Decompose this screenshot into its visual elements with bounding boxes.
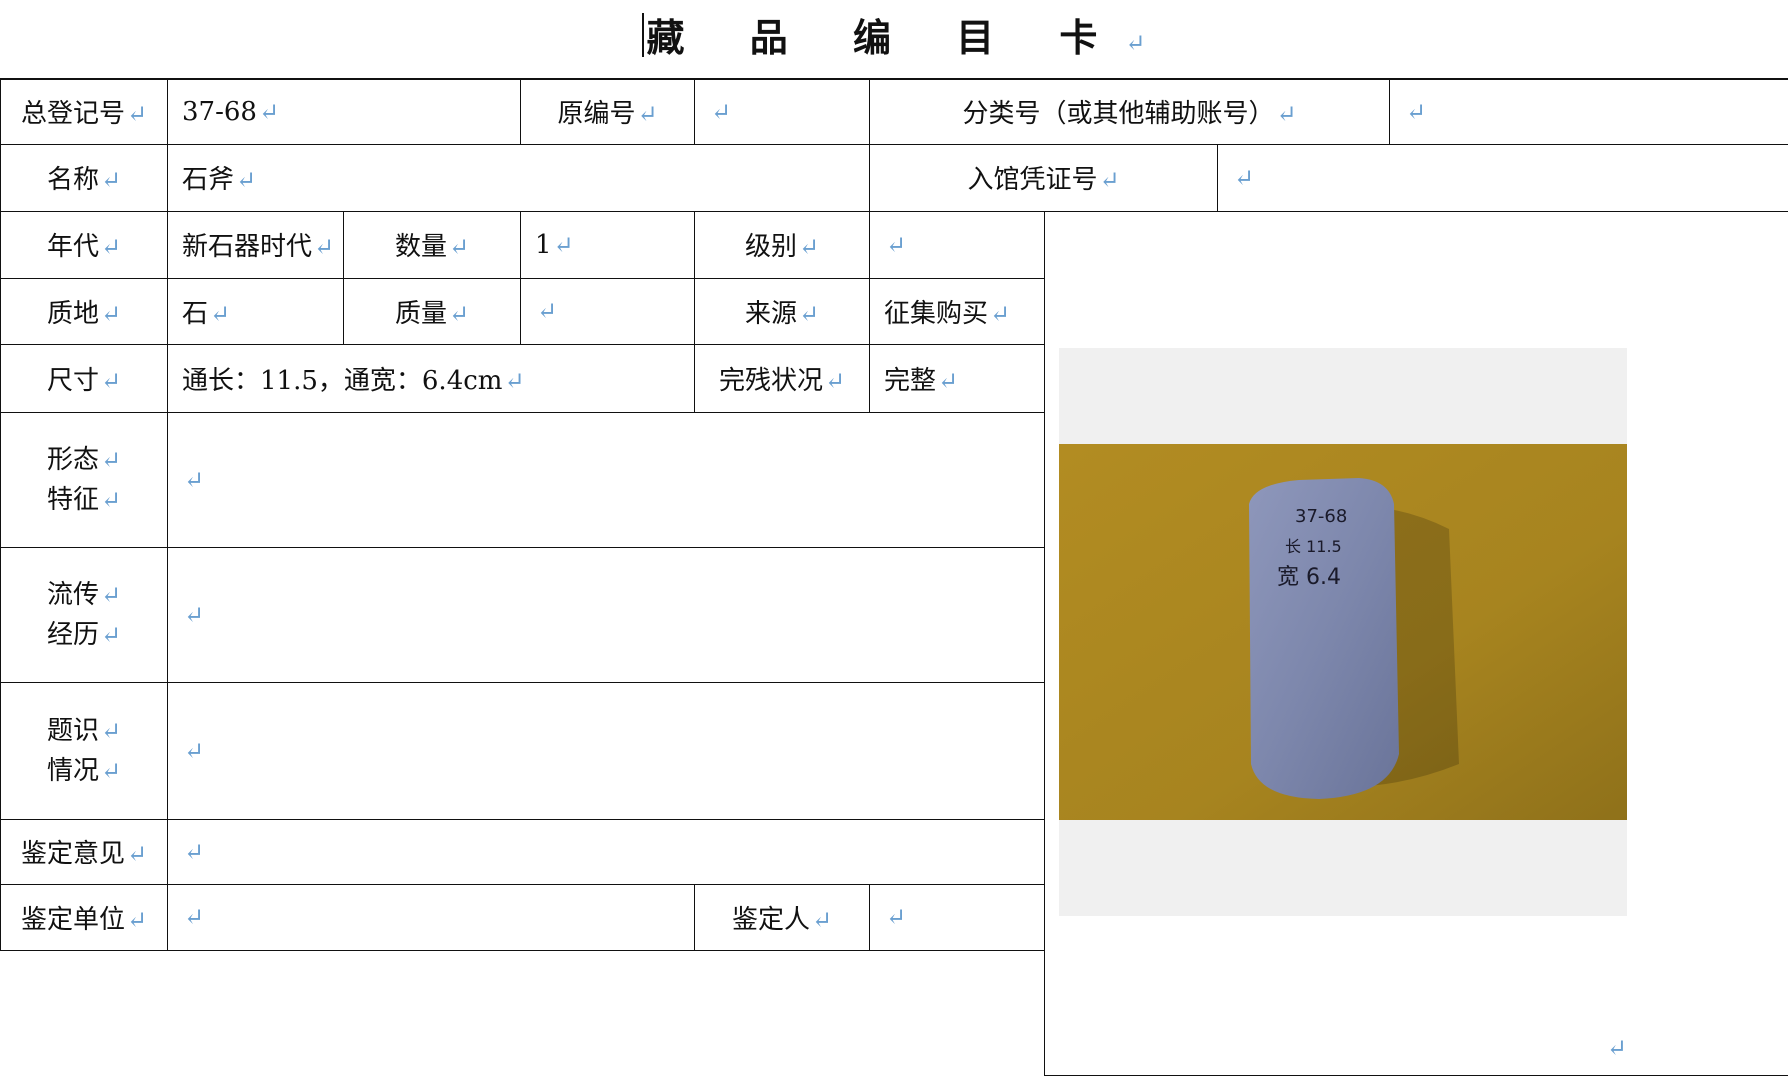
- size-field[interactable]: 通长：11.5，通宽：6.4cm↵: [168, 344, 695, 412]
- paragraph-mark-icon: ↵: [101, 486, 121, 514]
- condition-label: 完残状况↵: [695, 344, 870, 412]
- class-no-field[interactable]: ↵: [1390, 79, 1788, 144]
- inscr-label: 题识↵情况↵: [1, 682, 168, 819]
- paragraph-mark-icon: ↵: [1276, 100, 1296, 128]
- paragraph-mark-icon: ↵: [184, 466, 204, 494]
- paragraph-mark-icon: ↵: [101, 621, 121, 649]
- paragraph-mark-icon: ↵: [127, 906, 147, 934]
- paragraph-mark-icon: ↵: [101, 757, 121, 785]
- photo-cell: 37-68 长 11.5 宽 6.4 ↵: [1045, 211, 1788, 1075]
- paragraph-mark-icon: ↵: [1234, 164, 1254, 192]
- unit-field[interactable]: ↵: [168, 884, 695, 950]
- mass-field[interactable]: ↵: [521, 278, 695, 344]
- paragraph-mark-icon: ↵: [127, 840, 147, 868]
- stone-label-line-3: 宽 6.4: [1277, 565, 1341, 590]
- source-field[interactable]: 征集购买↵: [870, 278, 1045, 344]
- paragraph-mark-icon: ↵: [537, 297, 557, 325]
- row-era: 年代↵ 新石器时代↵ 数量↵ 1↵ 级别↵ ↵: [1, 211, 1788, 278]
- orig-no-field[interactable]: ↵: [695, 79, 870, 144]
- reg-no-label: 总登记号↵: [1, 79, 168, 144]
- paragraph-mark-icon: ↵: [314, 233, 334, 261]
- paragraph-mark-icon: ↵: [886, 231, 906, 259]
- stone-label-line-1: 37-68: [1295, 506, 1347, 527]
- paragraph-mark-icon: ↵: [101, 367, 121, 395]
- material-field[interactable]: 石↵: [168, 278, 344, 344]
- paragraph-mark-icon: ↵: [184, 838, 204, 866]
- history-field[interactable]: ↵: [168, 547, 1045, 682]
- orig-no-label: 原编号↵: [521, 79, 695, 144]
- paragraph-mark-icon: ↵: [184, 601, 204, 629]
- text-cursor: [642, 13, 644, 57]
- name-field[interactable]: 石斧↵: [168, 144, 870, 211]
- grade-field[interactable]: ↵: [870, 211, 1045, 278]
- row-name: 名称↵ 石斧↵ 入馆凭证号↵ ↵: [1, 144, 1788, 211]
- appraiser-field[interactable]: ↵: [870, 884, 1045, 950]
- voucher-label: 入馆凭证号↵: [870, 144, 1218, 211]
- opinion-field[interactable]: ↵: [168, 819, 1045, 884]
- paragraph-mark-icon: ↵: [1125, 29, 1145, 57]
- paragraph-mark-icon: ↵: [990, 300, 1010, 328]
- paragraph-mark-icon: ↵: [886, 903, 906, 931]
- appraiser-label: 鉴定人↵: [695, 884, 870, 950]
- paragraph-mark-icon: ↵: [711, 98, 731, 126]
- paragraph-mark-icon: ↵: [938, 367, 958, 395]
- voucher-field[interactable]: ↵: [1218, 144, 1788, 211]
- qty-field[interactable]: 1↵: [521, 211, 695, 278]
- source-label: 来源↵: [695, 278, 870, 344]
- paragraph-mark-icon: ↵: [799, 300, 819, 328]
- paragraph-mark-icon: ↵: [236, 166, 256, 194]
- history-label: 流传↵经历↵: [1, 547, 168, 682]
- material-label: 质地↵: [1, 278, 168, 344]
- stone-label-line-2: 长 11.5: [1285, 537, 1342, 556]
- paragraph-mark-icon: ↵: [101, 581, 121, 609]
- paragraph-mark-icon: ↵: [1607, 1034, 1627, 1062]
- morph-label: 形态↵特征↵: [1, 412, 168, 547]
- paragraph-mark-icon: ↵: [101, 233, 121, 261]
- morph-field[interactable]: ↵: [168, 412, 1045, 547]
- paragraph-mark-icon: ↵: [1099, 166, 1119, 194]
- paragraph-mark-icon: ↵: [259, 98, 279, 126]
- mass-label: 质量↵: [344, 278, 521, 344]
- size-label: 尺寸↵: [1, 344, 168, 412]
- paragraph-mark-icon: ↵: [184, 903, 204, 931]
- paragraph-mark-icon: ↵: [101, 300, 121, 328]
- opinion-label: 鉴定意见↵: [1, 819, 168, 884]
- paragraph-mark-icon: ↵: [449, 233, 469, 261]
- paragraph-mark-icon: ↵: [504, 367, 524, 395]
- paragraph-mark-icon: ↵: [1406, 98, 1426, 126]
- paragraph-mark-icon: ↵: [184, 737, 204, 765]
- paragraph-mark-icon: ↵: [210, 300, 230, 328]
- condition-field[interactable]: 完整↵: [870, 344, 1045, 412]
- row-registration: 总登记号↵ 37-68↵ 原编号↵ ↵ 分类号（或其他辅助账号）↵ ↵: [1, 79, 1788, 144]
- paragraph-mark-icon: ↵: [554, 231, 574, 259]
- catalog-card-table: 总登记号↵ 37-68↵ 原编号↵ ↵ 分类号（或其他辅助账号）↵ ↵ 名称↵ …: [0, 78, 1788, 1076]
- era-label: 年代↵: [1, 211, 168, 278]
- paragraph-mark-icon: ↵: [449, 300, 469, 328]
- reg-no-field[interactable]: 37-68↵: [168, 79, 521, 144]
- grade-label: 级别↵: [695, 211, 870, 278]
- class-no-label: 分类号（或其他辅助账号）↵: [870, 79, 1390, 144]
- paragraph-mark-icon: ↵: [101, 446, 121, 474]
- card-title: 藏 品 编 目 卡↵: [0, 0, 1788, 78]
- paragraph-mark-icon: ↵: [127, 100, 147, 128]
- paragraph-mark-icon: ↵: [825, 367, 845, 395]
- stone-axe-photo: 37-68 长 11.5 宽 6.4: [1059, 444, 1627, 820]
- paragraph-mark-icon: ↵: [101, 166, 121, 194]
- blank-area: [1, 950, 1045, 1075]
- paragraph-mark-icon: ↵: [799, 233, 819, 261]
- paragraph-mark-icon: ↵: [812, 906, 832, 934]
- paragraph-mark-icon: ↵: [637, 100, 657, 128]
- card-title-text: 藏 品 编 目 卡: [646, 15, 1123, 60]
- artifact-photo-frame: 37-68 长 11.5 宽 6.4 ↵: [1059, 348, 1627, 916]
- paragraph-mark-icon: ↵: [101, 717, 121, 745]
- qty-label: 数量↵: [344, 211, 521, 278]
- era-field[interactable]: 新石器时代↵: [168, 211, 344, 278]
- name-label: 名称↵: [1, 144, 168, 211]
- unit-label: 鉴定单位↵: [1, 884, 168, 950]
- inscr-field[interactable]: ↵: [168, 682, 1045, 819]
